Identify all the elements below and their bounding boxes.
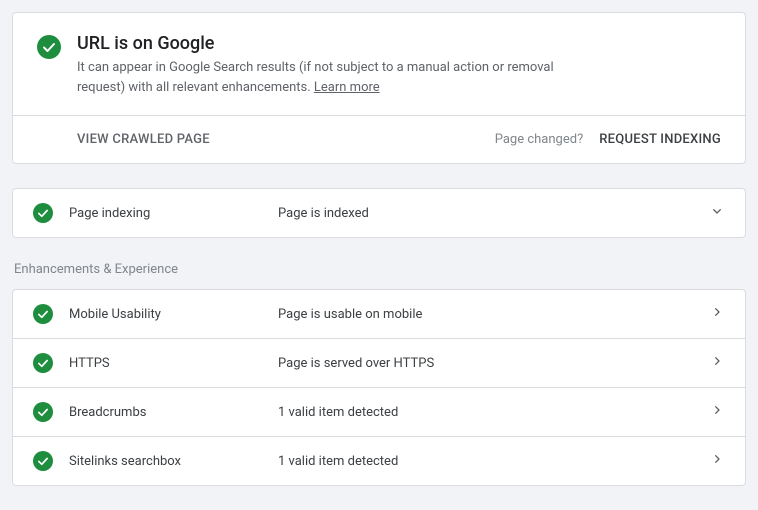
chevron-right-icon bbox=[709, 451, 725, 471]
indexing-status: Page is indexed bbox=[278, 206, 709, 221]
hero-footer: VIEW CRAWLED PAGE Page changed? REQUEST … bbox=[13, 115, 745, 163]
indexing-card: Page indexing Page is indexed bbox=[12, 188, 746, 238]
hero-content: URL is on Google It can appear in Google… bbox=[13, 13, 745, 115]
hero-description: It can appear in Google Search results (… bbox=[77, 58, 577, 97]
check-circle-icon bbox=[33, 203, 53, 223]
enhancement-row-sitelinks-searchbox[interactable]: Sitelinks searchbox 1 valid item detecte… bbox=[13, 436, 745, 485]
enhancement-row-https[interactable]: HTTPS Page is served over HTTPS bbox=[13, 338, 745, 387]
page-indexing-row[interactable]: Page indexing Page is indexed bbox=[13, 189, 745, 237]
check-circle-icon bbox=[33, 451, 53, 471]
request-indexing-button[interactable]: REQUEST INDEXING bbox=[599, 132, 721, 147]
page-changed-label: Page changed? bbox=[495, 132, 584, 147]
enhancement-status: Page is served over HTTPS bbox=[278, 356, 709, 371]
chevron-right-icon bbox=[709, 402, 725, 422]
learn-more-link[interactable]: Learn more bbox=[314, 80, 380, 95]
hero-title: URL is on Google bbox=[77, 33, 577, 54]
check-circle-icon bbox=[37, 35, 61, 59]
check-circle-icon bbox=[33, 353, 53, 373]
enhancement-status: Page is usable on mobile bbox=[278, 307, 709, 322]
chevron-right-icon bbox=[709, 353, 725, 373]
enhancement-label: Breadcrumbs bbox=[53, 405, 278, 420]
hero-card: URL is on Google It can appear in Google… bbox=[12, 12, 746, 164]
chevron-down-icon bbox=[709, 203, 725, 223]
enhancements-section-header: Enhancements & Experience bbox=[14, 262, 746, 277]
indexing-label: Page indexing bbox=[53, 206, 278, 221]
chevron-right-icon bbox=[709, 304, 725, 324]
enhancement-label: Mobile Usability bbox=[53, 307, 278, 322]
enhancement-label: HTTPS bbox=[53, 356, 278, 371]
enhancement-label: Sitelinks searchbox bbox=[53, 454, 278, 469]
enhancement-row-breadcrumbs[interactable]: Breadcrumbs 1 valid item detected bbox=[13, 387, 745, 436]
enhancement-row-mobile-usability[interactable]: Mobile Usability Page is usable on mobil… bbox=[13, 290, 745, 338]
hero-text: URL is on Google It can appear in Google… bbox=[77, 33, 577, 97]
enhancement-status: 1 valid item detected bbox=[278, 405, 709, 420]
check-circle-icon bbox=[33, 402, 53, 422]
enhancement-status: 1 valid item detected bbox=[278, 454, 709, 469]
view-crawled-page-button[interactable]: VIEW CRAWLED PAGE bbox=[37, 132, 210, 147]
enhancements-list: Mobile Usability Page is usable on mobil… bbox=[12, 289, 746, 486]
check-circle-icon bbox=[33, 304, 53, 324]
